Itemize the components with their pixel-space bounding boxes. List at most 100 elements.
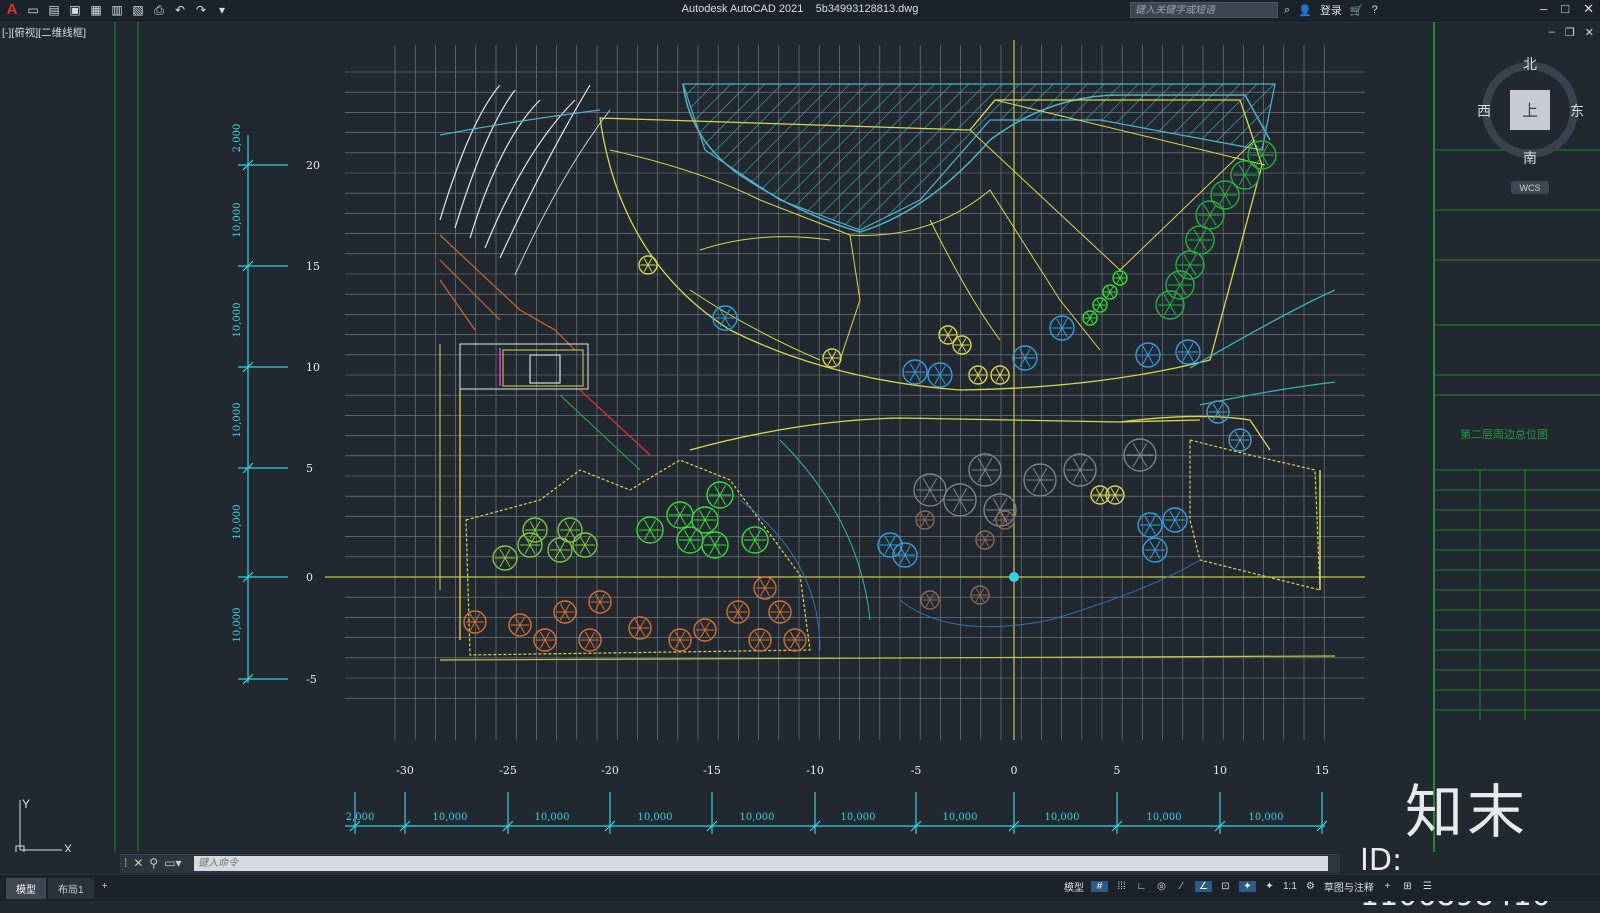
new-icon[interactable]: ▭ <box>25 2 41 18</box>
gear-icon[interactable]: ⚙ <box>1304 881 1317 892</box>
cmd-grip-icon[interactable]: ⁞ <box>124 856 127 870</box>
plot-preview-icon[interactable]: ▧ <box>130 2 146 18</box>
hatched-pond <box>682 83 1276 231</box>
viewcube-south: 南 <box>1523 151 1537 167</box>
tree-symbol <box>463 610 487 634</box>
y-ruler-dimension: 10,000 <box>232 403 243 438</box>
tree-symbol <box>902 359 928 385</box>
title-right-tools: ⌕ 👤 登录 🛒 ? <box>1284 2 1378 18</box>
auto-scale-icon[interactable]: ✦ <box>1263 881 1276 892</box>
y-ruler-label: -5 <box>306 673 317 686</box>
help-icon[interactable]: ? <box>1372 4 1378 16</box>
blue-contour-3 <box>899 559 1201 628</box>
tree-symbol <box>1162 507 1188 533</box>
y-ruler-dimension: 2,000 <box>232 124 243 153</box>
x-ruler-dimension: 10,000 <box>1045 812 1080 823</box>
tree-symbol <box>701 531 729 559</box>
tree-symbol <box>666 501 694 529</box>
x-ruler-dimension: 10,000 <box>433 812 468 823</box>
layout-tabs: 模型 布局1 + <box>6 878 113 899</box>
tree-symbol <box>990 365 1010 385</box>
tree-symbol <box>1092 297 1108 313</box>
minimize-button[interactable]: – <box>1540 1 1547 17</box>
ucs-y-label: Y <box>22 797 30 811</box>
object-snap-icon[interactable]: ⊡ <box>1219 881 1232 892</box>
snap-icon[interactable]: ⁞⁞⁞ <box>1115 881 1128 892</box>
x-ruler-dimension: 10,000 <box>943 812 978 823</box>
viewcube-top-label: 上 <box>1522 101 1538 120</box>
app-name: Autodesk AutoCAD 2021 <box>681 3 804 15</box>
search-input[interactable]: 键入关键字或短语 <box>1130 2 1278 18</box>
tree-symbol <box>557 517 583 543</box>
tree-symbol <box>975 530 995 550</box>
tree-symbol <box>741 526 769 554</box>
close-button[interactable]: ✕ <box>1583 1 1594 17</box>
open-icon[interactable]: ▤ <box>46 2 62 18</box>
x-ruler-dimension: 10,000 <box>638 812 673 823</box>
cart-icon[interactable]: 🛒 <box>1350 4 1364 17</box>
x-ruler: -30 -25 -20 -15 -10 -5 0 5 10 15 2,000 10,000 10,000… <box>346 764 1329 834</box>
y-ruler-dimension: 10,000 <box>232 608 243 643</box>
annotation-visibility-icon[interactable]: ✦ <box>1239 881 1256 892</box>
blue-contour-1 <box>739 499 821 651</box>
isolate-icon[interactable]: ⊞ <box>1401 881 1414 892</box>
tree-symbol <box>943 483 977 517</box>
grid-icon[interactable]: # <box>1091 881 1108 892</box>
title-block-drawing-name: 第二层周边总位图 <box>1460 427 1548 441</box>
add-layout-button[interactable]: + <box>96 878 114 899</box>
tree-symbol <box>753 576 777 600</box>
garden-paths-2 <box>689 219 1001 361</box>
tree-symbol <box>915 510 935 530</box>
x-ruler-label: -30 <box>396 764 414 777</box>
x-ruler-dimension: 10,000 <box>1147 812 1182 823</box>
object-snap-tracking-icon[interactable]: ∠ <box>1195 881 1212 892</box>
ucs-x-label: X <box>64 842 72 852</box>
wcs-label: WCS <box>1520 183 1541 193</box>
tree-symbol <box>492 545 518 571</box>
drawing-canvas[interactable]: 20 15 10 5 0 -5 2,000 10,000 10,000 10,000 10,000 1… <box>0 22 1600 852</box>
origin-point <box>1009 572 1019 582</box>
cmd-recent-icon[interactable]: ▭▾ <box>164 856 181 870</box>
ortho-icon[interactable]: ∟ <box>1135 881 1148 892</box>
command-input[interactable] <box>194 856 1328 871</box>
autocad-logo-icon[interactable]: A <box>4 2 20 18</box>
model-space-button[interactable]: 模型 <box>1064 879 1084 894</box>
tree-symbol <box>952 335 972 355</box>
tab-model[interactable]: 模型 <box>6 878 46 899</box>
cmd-close-icon[interactable]: ✕ <box>133 856 143 870</box>
x-ruler-label: 15 <box>1315 764 1329 777</box>
command-line: ⁞ ✕ ⚲ ▭▾ <box>120 854 1340 873</box>
polar-icon[interactable]: ◎ <box>1155 881 1168 892</box>
tree-symbol <box>995 510 1015 530</box>
saveas-icon[interactable]: ▦ <box>88 2 104 18</box>
x-ruler-dimension: 10,000 <box>1249 812 1284 823</box>
customize-status-icon[interactable]: ☰ <box>1421 881 1434 892</box>
tree-symbol <box>1023 463 1057 497</box>
customize-icon[interactable]: ▾ <box>214 2 230 18</box>
publish-icon[interactable]: ▥ <box>109 2 125 18</box>
quick-access-toolbar: A ▭ ▤ ▣ ▦ ▥ ▧ ⎙ ↶ ↷ ▾ <box>4 2 230 18</box>
west-arc-blue <box>439 109 601 136</box>
viewcube[interactable]: 上 北 南 西 东 WCS <box>1477 57 1584 194</box>
redo-icon[interactable]: ↷ <box>193 2 209 18</box>
tree-symbol <box>1012 345 1038 371</box>
workspace-switch[interactable]: 草图与注释 <box>1324 879 1374 894</box>
tree-symbol <box>927 362 953 388</box>
tree-symbol <box>1135 342 1161 368</box>
tree-symbol <box>1105 485 1125 505</box>
tree-symbol <box>822 348 842 368</box>
tab-layout1[interactable]: 布局1 <box>48 878 94 899</box>
undo-icon[interactable]: ↶ <box>172 2 188 18</box>
maximize-button[interactable]: □ <box>1561 1 1569 17</box>
plus-icon[interactable]: + <box>1381 881 1394 892</box>
annotation-scale[interactable]: 1:1 <box>1283 881 1297 892</box>
isodraft-icon[interactable]: ⁄ <box>1175 881 1188 892</box>
save-icon[interactable]: ▣ <box>67 2 83 18</box>
login-link[interactable]: 登录 <box>1320 2 1342 18</box>
search-icon[interactable]: ⌕ <box>1284 4 1290 17</box>
x-ruler-dimension: 2,000 <box>346 812 375 823</box>
print-icon[interactable]: ⎙ <box>151 2 167 18</box>
user-icon[interactable]: 👤 <box>1298 4 1312 17</box>
cmd-customize-icon[interactable]: ⚲ <box>149 856 158 870</box>
tree-symbol <box>920 590 940 610</box>
